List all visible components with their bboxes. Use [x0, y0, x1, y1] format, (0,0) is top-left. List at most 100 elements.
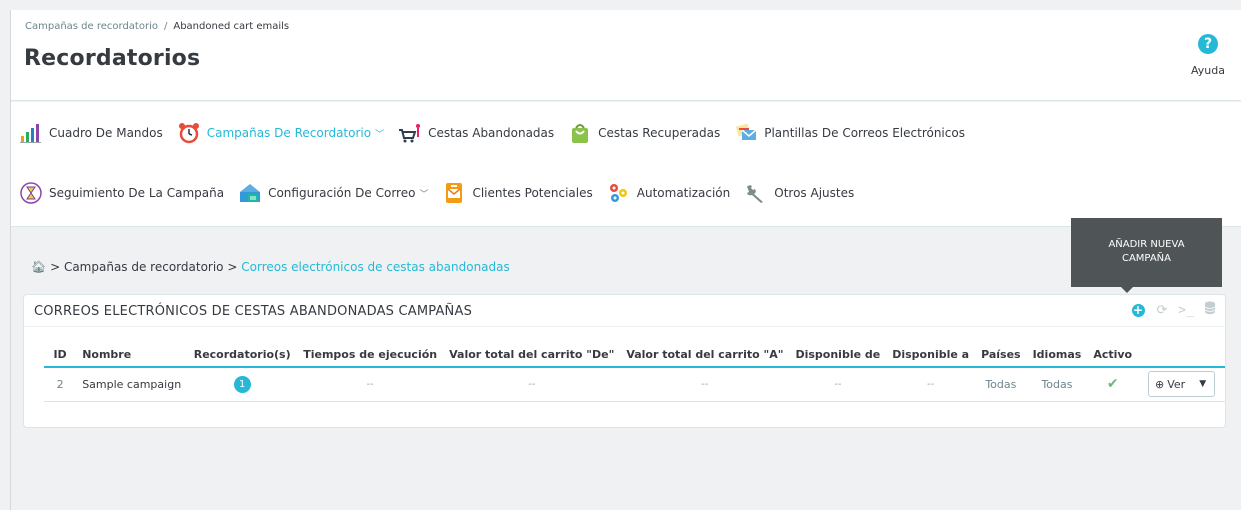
- add-campaign-tooltip: AÑADIR NUEVA CAMPAÑA: [1071, 218, 1222, 293]
- campaigns-table: ID Nombre Recordatorio(s) Tiempos de eje…: [44, 343, 1225, 402]
- app-frame: Campañas de recordatorio / Abandoned cart …: [10, 10, 1241, 510]
- actions-dropdown-toggle[interactable]: ▼: [1191, 372, 1214, 396]
- column-header-cart-value-to[interactable]: Valor total del carrito "A": [620, 343, 790, 368]
- cell-active: ✔: [1087, 367, 1139, 402]
- cell-cart-value-from: --: [443, 367, 621, 402]
- table-header-row: ID Nombre Recordatorio(s) Tiempos de eje…: [44, 343, 1225, 368]
- breadcrumb-separator: /: [163, 21, 168, 32]
- column-header-actions: [1138, 343, 1225, 368]
- view-button-label: Ver: [1167, 377, 1186, 391]
- nav-item-label: Clientes Potenciales: [472, 186, 593, 200]
- nav-item-mail-config[interactable]: Configuración De Correo ﹀: [238, 180, 428, 206]
- cell-available-from: --: [789, 367, 887, 402]
- campaigns-panel: CORREOS ELECTRÓNICOS DE CESTAS ABANDONAD…: [23, 294, 1226, 428]
- module-navbar: Cuadro De Mandos Campañas De Recordatori…: [11, 102, 1241, 227]
- page-header: Campañas de recordatorio / Abandoned cart …: [11, 10, 1241, 101]
- shopping-cart-icon: [398, 122, 422, 144]
- nav-item-other-settings[interactable]: Otros Ajustes: [744, 180, 854, 206]
- sql-query-button[interactable]: >_: [1175, 299, 1197, 321]
- breadcrumb-item-abandoned-cart-emails[interactable]: Correos electrónicos de cestas abandonad…: [241, 260, 510, 274]
- help-button[interactable]: ? Ayuda: [1184, 34, 1232, 77]
- database-icon: [1204, 301, 1216, 319]
- breadcrumb-sep: >: [50, 260, 61, 274]
- envelope-icon: [442, 182, 466, 204]
- nav-item-label: Configuración De Correo: [268, 186, 416, 200]
- mail-server-icon: [238, 182, 262, 204]
- table-row: 2 Sample campaign 1 -- -- -- -- -- Todas…: [44, 367, 1225, 402]
- view-button[interactable]: ⊕ Ver: [1149, 372, 1191, 396]
- export-database-button[interactable]: [1199, 299, 1221, 321]
- column-header-reminders[interactable]: Recordatorio(s): [187, 343, 298, 368]
- breadcrumb-item-campaigns[interactable]: Campañas de recordatorio: [64, 260, 224, 274]
- gears-icon: [607, 182, 631, 204]
- reminders-count-badge[interactable]: 1: [233, 375, 251, 393]
- breadcrumb-parent-link[interactable]: Campañas de recordatorio: [25, 21, 158, 32]
- panel-toolbar: + ⟳ >_: [1125, 299, 1221, 321]
- breadcrumb-current: Abandoned cart emails: [173, 21, 290, 32]
- panel-header: CORREOS ELECTRÓNICOS DE CESTAS ABANDONAD…: [24, 295, 1225, 327]
- nav-item-abandoned-carts[interactable]: Cestas Abandonadas: [398, 120, 554, 146]
- caret-down-icon: ▼: [1199, 379, 1207, 390]
- nav-item-campaign-tracking[interactable]: Seguimiento De La Campaña: [19, 180, 224, 206]
- breadcrumb: Campañas de recordatorio / Abandoned cart …: [25, 21, 289, 32]
- tooltip-line-1: AÑADIR NUEVA: [1108, 239, 1185, 250]
- question-icon: ?: [1198, 34, 1218, 54]
- home-icon[interactable]: 🏠︎: [31, 260, 46, 274]
- column-header-id[interactable]: ID: [44, 343, 77, 368]
- column-header-countries[interactable]: Países: [975, 343, 1027, 368]
- cell-name: Sample campaign: [76, 367, 188, 402]
- nav-item-label: Cestas Recuperadas: [598, 126, 721, 140]
- refresh-icon: ⟳: [1156, 302, 1168, 318]
- nav-item-label: Cestas Abandonadas: [428, 126, 555, 140]
- cell-available-to: --: [886, 367, 976, 402]
- nav-item-reminder-campaigns[interactable]: Campañas De Recordatorio ﹀: [177, 120, 384, 146]
- row-actions-group: ⊕ Ver ▼: [1148, 371, 1216, 398]
- zoom-in-icon: ⊕: [1155, 377, 1165, 391]
- content-breadcrumb: 🏠︎ > Campañas de recordatorio > Correos …: [31, 260, 510, 274]
- nav-row-1: Cuadro De Mandos Campañas De Recordatori…: [19, 120, 979, 146]
- column-header-cart-value-from[interactable]: Valor total del carrito "De": [443, 343, 621, 368]
- hourglass-icon: [19, 182, 43, 204]
- cell-countries: Todas: [975, 367, 1027, 402]
- breadcrumb-sep: >: [227, 260, 238, 274]
- chevron-down-icon: ﹀: [419, 189, 429, 200]
- panel-title: CORREOS ELECTRÓNICOS DE CESTAS ABANDONAD…: [34, 304, 473, 319]
- tooltip-line-2: CAMPAÑA: [1121, 253, 1171, 264]
- bar-chart-icon: [19, 122, 43, 144]
- cell-actions: ⊕ Ver ▼: [1138, 367, 1225, 402]
- nav-item-label: Automatización: [636, 186, 731, 200]
- column-header-languages[interactable]: Idiomas: [1026, 343, 1088, 368]
- cell-cart-value-to: --: [620, 367, 790, 402]
- column-header-active[interactable]: Activo: [1087, 343, 1139, 368]
- page-title: Recordatorios: [24, 46, 201, 71]
- nav-item-potential-customers[interactable]: Clientes Potenciales: [442, 180, 593, 206]
- column-header-available-from[interactable]: Disponible de: [789, 343, 887, 368]
- chevron-down-icon: ﹀: [375, 129, 385, 140]
- nav-item-dashboard[interactable]: Cuadro De Mandos: [19, 120, 163, 146]
- nav-item-email-templates[interactable]: Plantillas De Correos Electrónicos: [734, 120, 965, 146]
- column-header-name[interactable]: Nombre: [76, 343, 188, 368]
- nav-row-2: Seguimiento De La Campaña Configuración …: [19, 180, 868, 206]
- help-label: Ayuda: [1191, 64, 1225, 77]
- cell-execution-times: --: [297, 367, 444, 402]
- wrench-icon: [744, 182, 768, 204]
- nav-item-label: Plantillas De Correos Electrónicos: [764, 126, 965, 140]
- cell-id: 2: [44, 367, 77, 402]
- shopping-bag-icon: [568, 122, 592, 144]
- nav-item-label: Campañas De Recordatorio: [206, 126, 372, 140]
- add-new-campaign-button[interactable]: +: [1127, 299, 1149, 321]
- email-templates-icon: [734, 122, 758, 144]
- nav-item-label: Cuadro De Mandos: [49, 126, 163, 140]
- add-icon: +: [1131, 302, 1145, 317]
- alarm-clock-icon: [177, 122, 201, 144]
- refresh-button[interactable]: ⟳: [1151, 299, 1173, 321]
- nav-item-recovered-carts[interactable]: Cestas Recuperadas: [568, 120, 720, 146]
- check-icon[interactable]: ✔: [1107, 376, 1119, 392]
- cell-reminders: 1: [187, 367, 298, 402]
- column-header-execution-times[interactable]: Tiempos de ejecución: [297, 343, 444, 368]
- nav-item-automation[interactable]: Automatización: [607, 180, 730, 206]
- terminal-icon: >_: [1178, 302, 1194, 318]
- nav-item-label: Otros Ajustes: [774, 186, 855, 200]
- column-header-available-to[interactable]: Disponible a: [886, 343, 976, 368]
- nav-item-label: Seguimiento De La Campaña: [49, 186, 225, 200]
